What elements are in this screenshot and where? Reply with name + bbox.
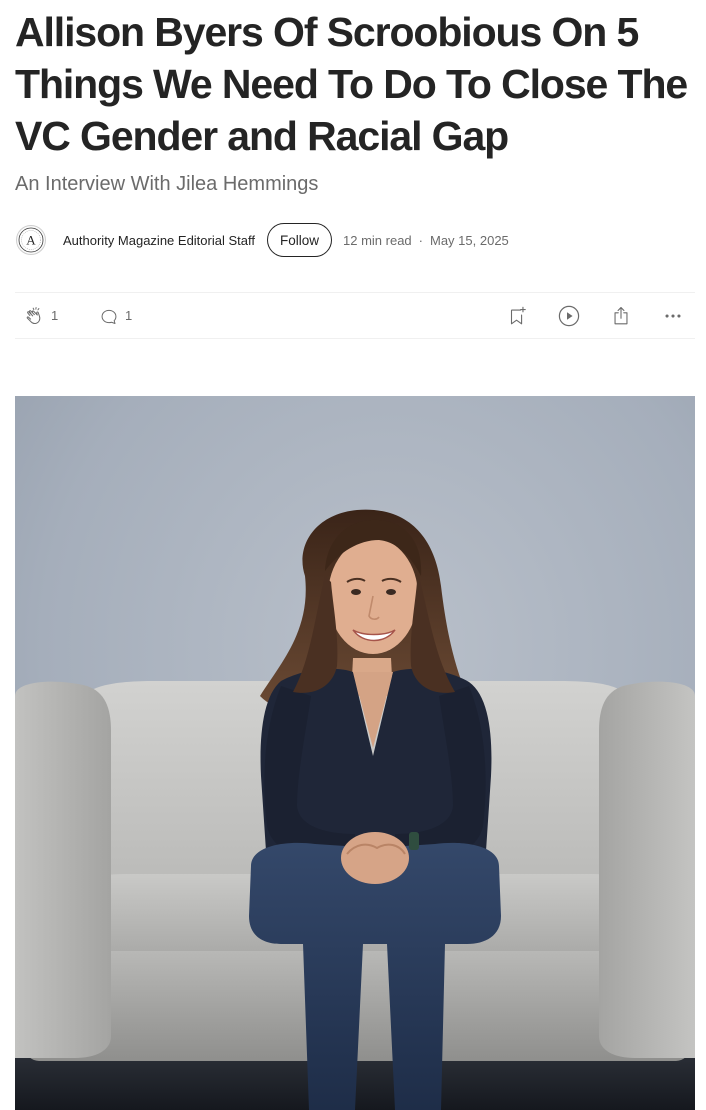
hero-image bbox=[15, 396, 695, 1110]
article-subtitle: An Interview With Jilea Hemmings bbox=[15, 173, 319, 195]
bookmark-add-icon bbox=[510, 306, 526, 324]
play-circle-icon bbox=[558, 305, 580, 326]
avatar-letter: A bbox=[26, 233, 36, 248]
responses-button[interactable]: 1 bbox=[99, 293, 132, 338]
byline: A Authority Magazine Editorial Staff Fol… bbox=[16, 222, 509, 258]
read-time: 12 min read bbox=[343, 232, 412, 248]
author-avatar[interactable]: A bbox=[16, 225, 46, 255]
speech-bubble-icon bbox=[101, 309, 117, 324]
share-button[interactable] bbox=[610, 293, 632, 338]
listen-button[interactable] bbox=[557, 293, 581, 338]
article-page: Allison Byers Of Scroobious On 5 Things … bbox=[0, 0, 706, 1110]
follow-button[interactable]: Follow bbox=[266, 223, 332, 257]
clap-count: 1 bbox=[51, 308, 59, 323]
publish-date: May 15, 2025 bbox=[430, 232, 509, 248]
more-options-button[interactable] bbox=[662, 293, 684, 338]
article-title: Allison Byers Of Scroobious On 5 Things … bbox=[15, 9, 688, 159]
share-icon bbox=[614, 306, 628, 324]
clap-button[interactable]: 1 bbox=[23, 293, 58, 338]
meta-separator: · bbox=[418, 232, 423, 248]
clap-icon bbox=[26, 306, 41, 324]
authority-magazine-logo-icon: A bbox=[18, 227, 44, 253]
article-meta: 12 min read · May 15, 2025 bbox=[343, 233, 509, 248]
response-count: 1 bbox=[125, 308, 133, 323]
more-horizontal-icon bbox=[665, 313, 681, 318]
article-action-bar: 1 1 bbox=[15, 292, 695, 339]
portrait-photo bbox=[15, 396, 695, 1110]
author-name-link[interactable]: Authority Magazine Editorial Staff bbox=[63, 233, 255, 248]
save-button[interactable] bbox=[506, 293, 528, 338]
